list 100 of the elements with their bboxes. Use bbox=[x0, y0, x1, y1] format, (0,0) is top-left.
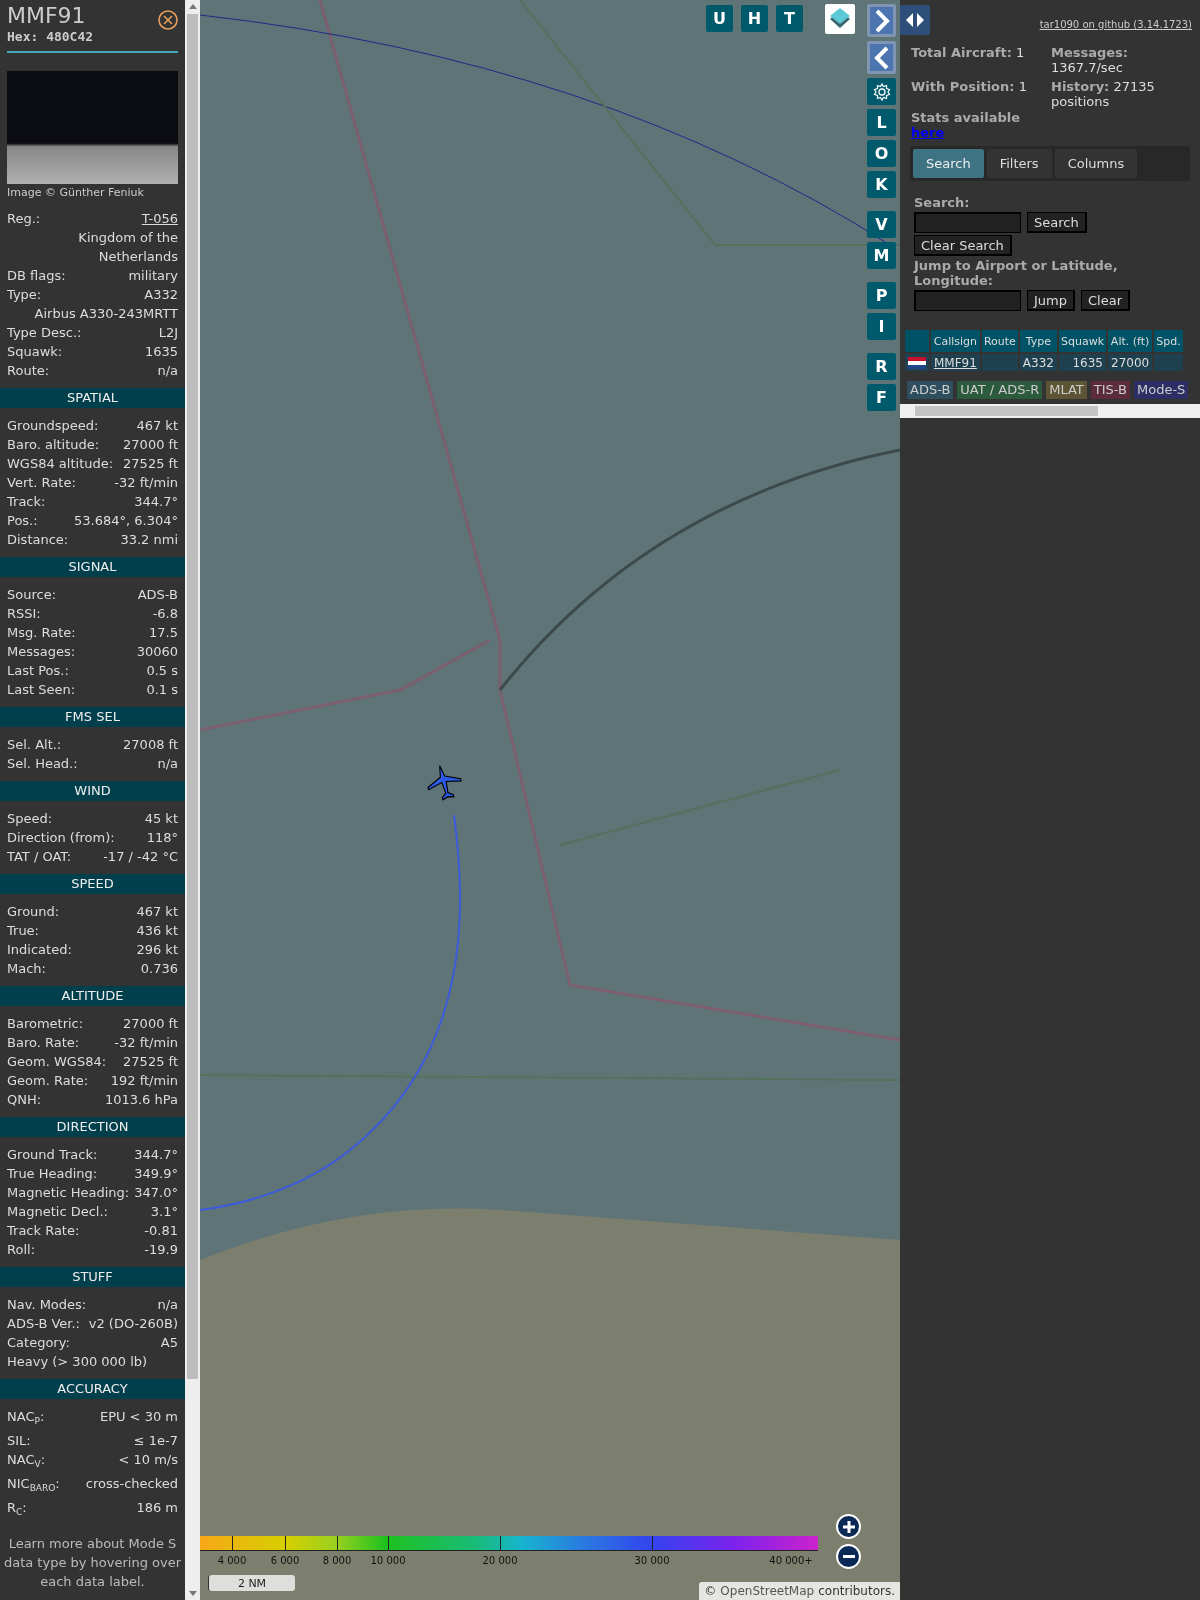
field-label: Magnetic Heading: bbox=[7, 1184, 130, 1202]
search-label: Search: bbox=[914, 195, 971, 210]
search-field[interactable] bbox=[914, 212, 1021, 233]
map-toggle-button[interactable]: K bbox=[867, 171, 896, 198]
table-cell: 27000 bbox=[1108, 354, 1153, 371]
column-header[interactable]: Spd. bbox=[1154, 330, 1183, 352]
field-label: Geom. WGS84: bbox=[7, 1053, 107, 1071]
field-value: EPU < 30 m bbox=[99, 1408, 178, 1426]
field-label: Ground: bbox=[7, 903, 60, 921]
column-header[interactable]: Type bbox=[1019, 330, 1057, 352]
map-toggle-button[interactable]: M bbox=[867, 242, 896, 269]
altitude-tick-label: 8 000 bbox=[322, 1555, 352, 1566]
field-label: Nav. Modes: bbox=[7, 1296, 87, 1314]
clear-search-button[interactable]: Clear Search bbox=[914, 235, 1012, 256]
copyright-sign: © bbox=[704, 1584, 717, 1598]
column-header[interactable]: Callsign bbox=[931, 330, 980, 352]
clear-button[interactable]: Clear bbox=[1081, 290, 1130, 311]
scroll-down-icon[interactable] bbox=[189, 1591, 197, 1596]
stat-text: History: 27135 positions bbox=[1051, 79, 1156, 109]
map-toggle-button[interactable]: L bbox=[867, 109, 896, 136]
map-toggle-button[interactable]: H bbox=[741, 5, 768, 32]
jump-label: Jump to Airport or Latitude, Longitude: bbox=[914, 258, 1119, 288]
column-header[interactable]: Alt. (ft) bbox=[1108, 330, 1153, 352]
source-tag: Mode-S bbox=[1133, 381, 1189, 399]
field-label: Magnetic Decl.: bbox=[7, 1203, 108, 1221]
field-value: 17.5 bbox=[149, 624, 178, 642]
field-value: Airbus A330-243MRTT bbox=[33, 305, 178, 323]
field-value: ADS-B bbox=[137, 586, 178, 604]
map-toggle-button[interactable]: U bbox=[706, 5, 733, 32]
field-label: SIL: bbox=[7, 1432, 31, 1450]
settings-button[interactable] bbox=[867, 78, 896, 105]
field-value: 27008 ft bbox=[123, 736, 178, 754]
field-label: Baro. altitude: bbox=[7, 436, 100, 454]
field-label: R$_{C}$: bbox=[7, 1499, 27, 1519]
altitude-tick-label: 30 000 bbox=[634, 1555, 670, 1566]
map-toggle-button[interactable]: F bbox=[867, 384, 896, 411]
panel-toggle-button[interactable] bbox=[867, 4, 896, 37]
field-value: 344.7° bbox=[134, 493, 178, 511]
field-value: 27525 ft bbox=[123, 455, 178, 473]
source-tag: MLAT bbox=[1046, 381, 1087, 399]
field-label: Speed: bbox=[7, 810, 53, 828]
horizontal-scrollbar[interactable] bbox=[900, 404, 1200, 418]
field-label: True Heading: bbox=[7, 1165, 98, 1183]
field-label: Category: bbox=[7, 1334, 70, 1352]
scroll-up-icon[interactable] bbox=[189, 4, 197, 9]
field-value: Heavy (> 300 000 lb) bbox=[7, 1353, 149, 1371]
field-value: 1635 bbox=[144, 343, 178, 361]
version-link[interactable]: tar1090 on github (3.14.1723) bbox=[1039, 19, 1192, 30]
field-label: Reg.: bbox=[7, 210, 41, 228]
section-header: SPEED bbox=[0, 874, 185, 894]
field-value: 27525 ft bbox=[123, 1053, 178, 1071]
map-toggle-button[interactable]: I bbox=[867, 313, 896, 340]
layers-button[interactable] bbox=[825, 4, 855, 34]
column-header[interactable]: Squawk bbox=[1058, 330, 1106, 352]
tab[interactable]: Columns bbox=[1054, 149, 1138, 178]
map-toggle-button[interactable]: T bbox=[776, 5, 803, 32]
field-value: 192 ft/min bbox=[110, 1072, 178, 1090]
panel-toggle-button[interactable] bbox=[900, 5, 930, 35]
field-value: 53.684°, 6.304° bbox=[74, 512, 178, 530]
scrollbar[interactable] bbox=[185, 0, 200, 1600]
map-toggle-button[interactable]: R bbox=[867, 353, 896, 380]
tab[interactable]: Search bbox=[913, 149, 984, 178]
settings-icon bbox=[871, 81, 892, 102]
jump-button[interactable]: Jump bbox=[1027, 290, 1075, 311]
map-toggle-button[interactable]: P bbox=[867, 282, 896, 309]
field-label: Mach: bbox=[7, 960, 46, 978]
field-label: Groundspeed: bbox=[7, 417, 99, 435]
altitude-tick-label: 4 000 bbox=[217, 1555, 247, 1566]
close-icon[interactable] bbox=[158, 10, 178, 30]
map-toggle-button[interactable]: V bbox=[867, 211, 896, 238]
field-value: < 10 m/s bbox=[118, 1451, 178, 1469]
section-header: DIRECTION bbox=[0, 1117, 185, 1137]
field-value: 27000 ft bbox=[123, 436, 178, 454]
source-tag: ADS-B bbox=[907, 381, 954, 399]
field-label: QNH: bbox=[7, 1091, 42, 1109]
field-label: Indicated: bbox=[7, 941, 72, 959]
osm-link[interactable]: OpenStreetMap bbox=[720, 1584, 815, 1598]
tab[interactable]: Filters bbox=[986, 149, 1052, 178]
field-value: 349.9° bbox=[134, 1165, 178, 1183]
field-label: TAT / OAT: bbox=[7, 848, 72, 866]
field-label: Vert. Rate: bbox=[7, 474, 76, 492]
altitude-tick-label: 20 000 bbox=[482, 1555, 518, 1566]
field-value: 33.2 nmi bbox=[120, 531, 178, 549]
registration-link[interactable]: T-056 bbox=[141, 209, 178, 228]
field-label: DB flags: bbox=[7, 267, 66, 285]
map-toggle-button[interactable]: O bbox=[867, 140, 896, 167]
jump-field[interactable] bbox=[914, 290, 1021, 311]
field-value: -32 ft/min bbox=[114, 1034, 178, 1052]
table-header bbox=[905, 330, 929, 352]
search-button[interactable]: Search bbox=[1027, 212, 1087, 233]
column-header[interactable]: Route bbox=[981, 330, 1018, 352]
panel-toggle-button[interactable] bbox=[867, 41, 896, 74]
field-label: Geom. Rate: bbox=[7, 1072, 89, 1090]
field-label: Roll: bbox=[7, 1241, 35, 1259]
field-value: 467 kt bbox=[136, 903, 178, 921]
field-value: cross-checked bbox=[85, 1475, 178, 1493]
altitude-tick-label: 40 000+ bbox=[769, 1555, 813, 1566]
field-label: Sel. Head.: bbox=[7, 755, 78, 773]
field-label: True: bbox=[7, 922, 39, 940]
field-value: military bbox=[128, 267, 178, 285]
